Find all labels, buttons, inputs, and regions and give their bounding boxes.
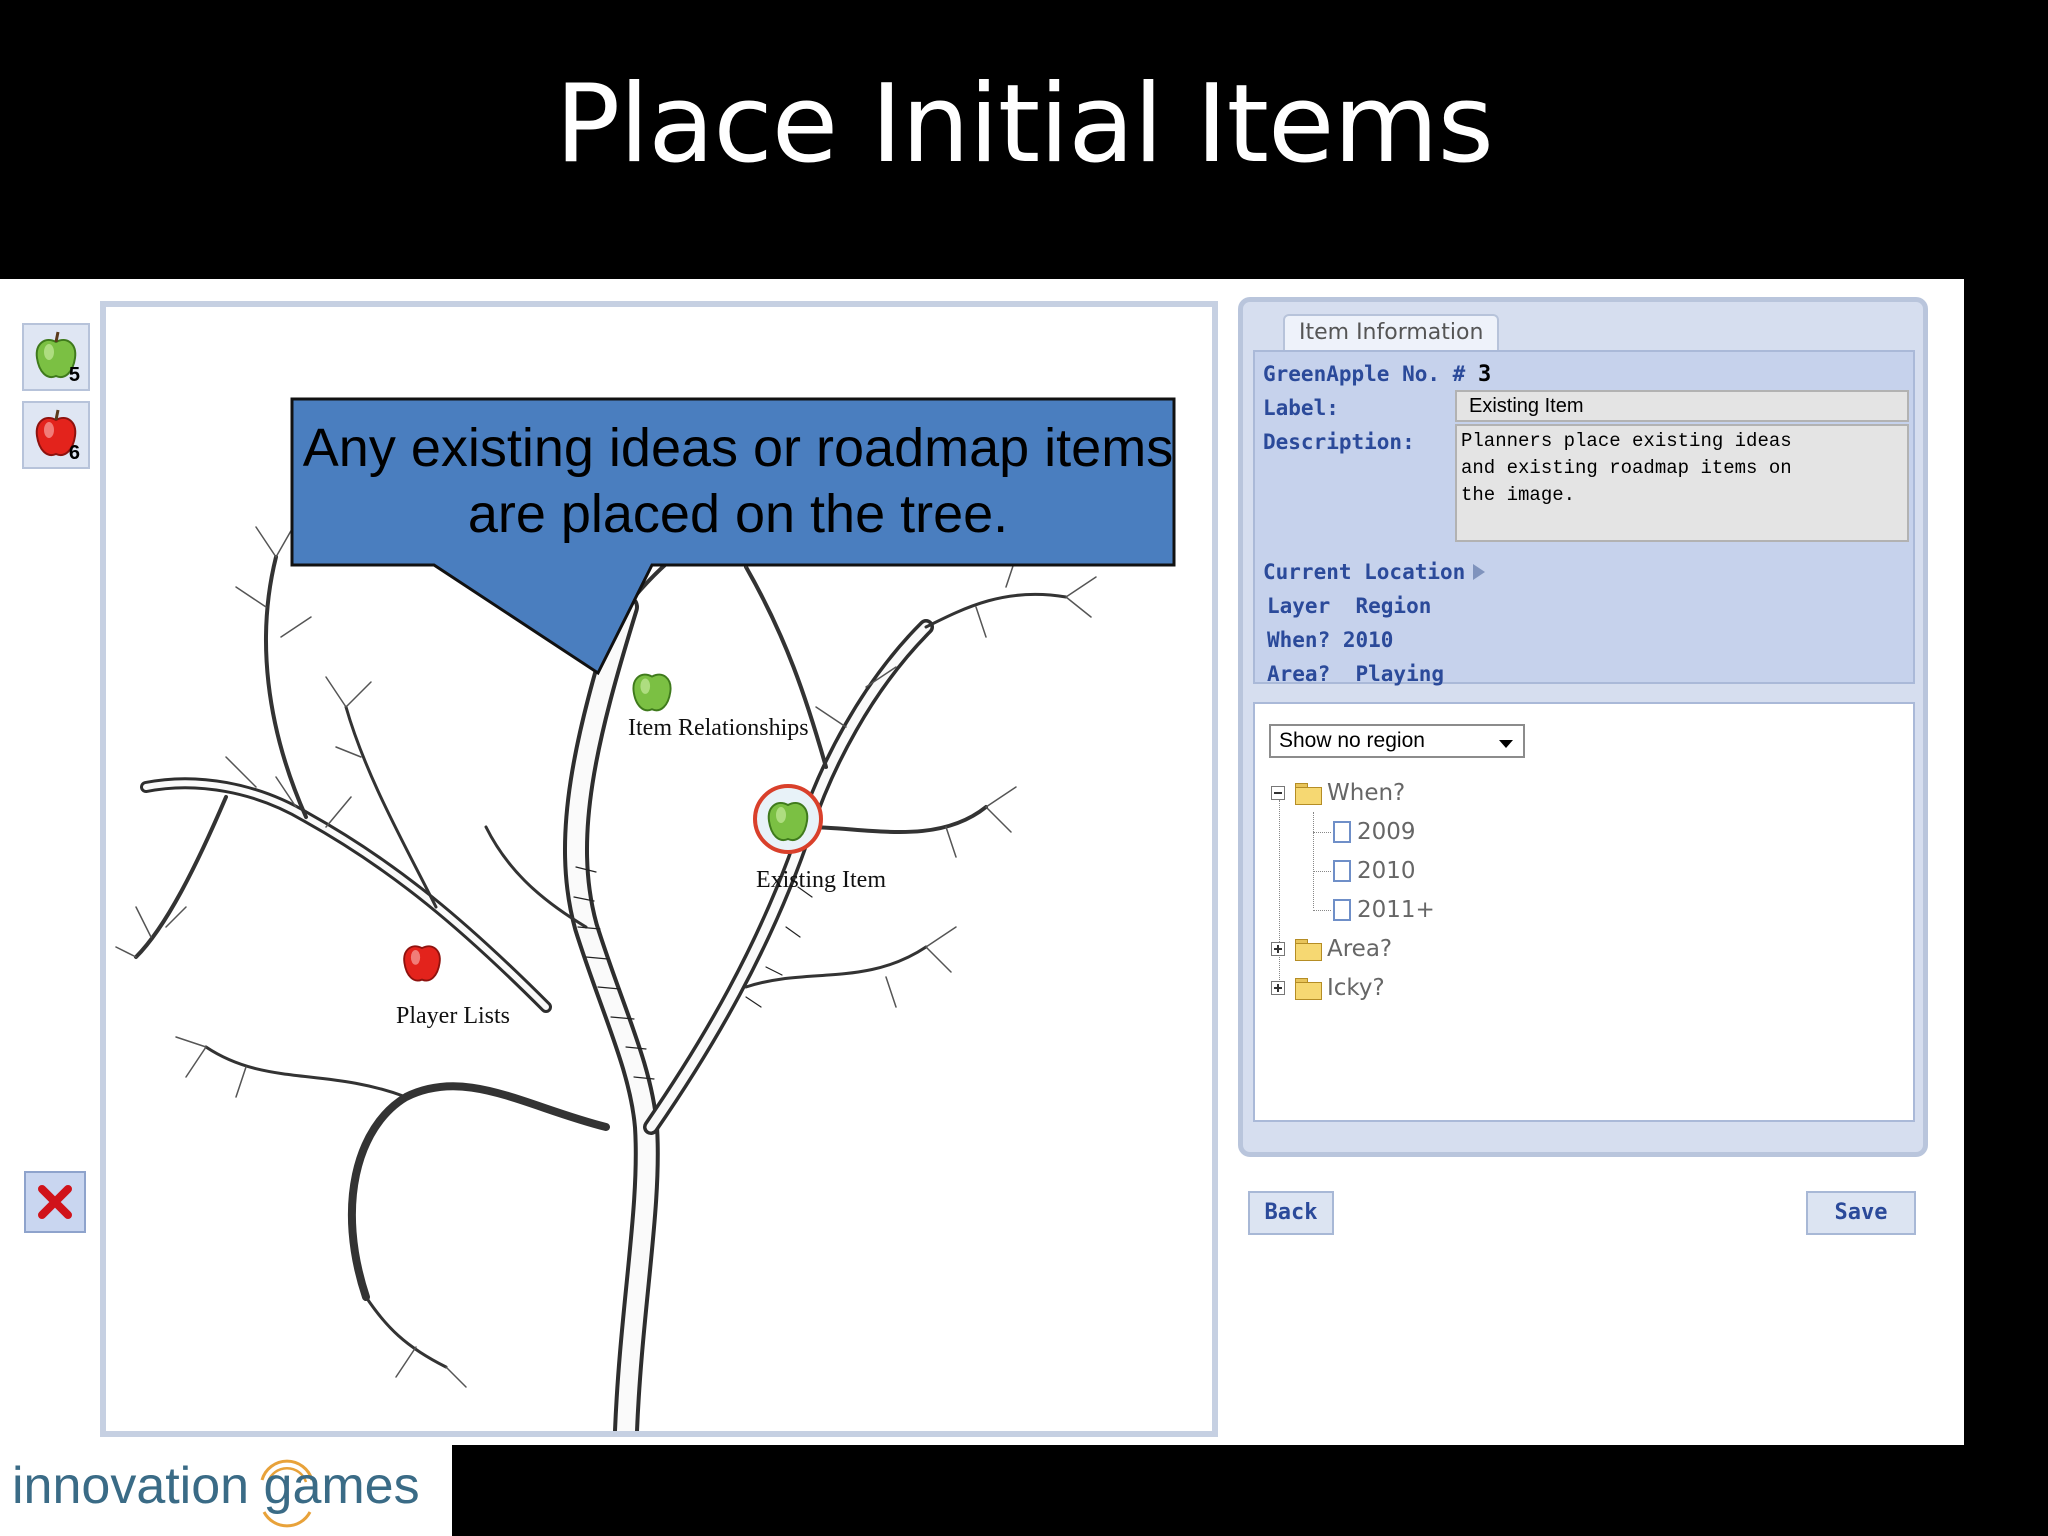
tree-node-label: 2009 [1357, 819, 1416, 845]
apple-player-lists[interactable] [398, 937, 446, 991]
green-apple-count: 5 [68, 364, 80, 386]
item-type-label: GreenApple No. # [1263, 362, 1466, 386]
logo-text: innovation games [12, 1457, 420, 1515]
page-icon [1333, 899, 1351, 921]
callout-text: Any existing ideas or roadmap items are … [302, 418, 1174, 544]
play-arrow-icon [1473, 564, 1486, 580]
description-caption: Description: [1263, 430, 1415, 454]
tree-canvas[interactable]: Any existing ideas or roadmap items are … [100, 301, 1218, 1437]
red-apple-count: 6 [68, 442, 80, 464]
save-button[interactable]: Save [1806, 1191, 1916, 1235]
tree-node-label: 2011+ [1357, 897, 1435, 923]
tree-node-icky[interactable]: Icky? [1271, 975, 1385, 1001]
when-row: When? 2010 [1267, 628, 1394, 652]
close-icon [38, 1185, 72, 1219]
tree-node-2011[interactable]: 2011+ [1333, 897, 1435, 923]
green-apple-icon [632, 673, 672, 712]
region-select-value: Show no region [1279, 729, 1425, 752]
region-select[interactable]: Show no region [1269, 724, 1525, 758]
back-button[interactable]: Back [1248, 1191, 1334, 1235]
app-area: 5 6 Any existing ideas or roadmap items … [0, 279, 1964, 1445]
tree-node-2009[interactable]: 2009 [1333, 819, 1416, 845]
expand-icon[interactable] [1271, 942, 1285, 956]
tree-node-area[interactable]: Area? [1271, 936, 1392, 962]
apple-item-relationships[interactable] [626, 665, 678, 721]
tree-node-when[interactable]: When? [1271, 780, 1405, 806]
tree-node-2010[interactable]: 2010 [1333, 858, 1416, 884]
collapse-icon[interactable] [1271, 786, 1285, 800]
area-row: Area? Playing [1267, 662, 1445, 686]
region-tree: Show no region When? 2009 2010 2011+ Are… [1253, 702, 1915, 1122]
slide-title: Place Initial Items [555, 62, 1494, 187]
item-information-panel: Item Information GreenApple No. # 3 Labe… [1238, 297, 1928, 1157]
apple-label: Item Relationships [628, 715, 809, 741]
layer-row: Layer Region [1267, 594, 1432, 618]
label-field[interactable]: Existing Item [1455, 390, 1909, 422]
item-details: GreenApple No. # 3 Label: Existing Item … [1253, 350, 1915, 686]
label-caption: Label: [1263, 396, 1339, 420]
folder-icon [1295, 978, 1322, 1000]
item-number: 3 [1477, 362, 1492, 387]
apple-existing-item[interactable] [752, 783, 824, 859]
red-apple-tool[interactable]: 6 [22, 401, 90, 469]
chevron-down-icon [1499, 740, 1513, 748]
page-icon [1333, 821, 1351, 843]
expand-icon[interactable] [1271, 981, 1285, 995]
tree-node-label: When? [1327, 780, 1406, 806]
item-number-row: GreenApple No. # 3 [1263, 362, 1491, 387]
current-location-label: Current Location [1263, 560, 1466, 584]
description-field[interactable]: Planners place existing ideas and existi… [1455, 424, 1909, 542]
tab-item-information[interactable]: Item Information [1283, 314, 1500, 350]
apple-label: Existing Item [756, 867, 886, 893]
tree-node-label: 2010 [1357, 858, 1416, 884]
page-icon [1333, 860, 1351, 882]
apple-label: Player Lists [396, 1003, 510, 1029]
tree-node-label: Area? [1327, 936, 1393, 962]
folder-icon [1295, 939, 1322, 961]
innovation-games-logo: innovation games [0, 1444, 452, 1536]
folder-icon [1295, 783, 1322, 805]
delete-button[interactable] [24, 1171, 86, 1233]
tree-node-label: Icky? [1327, 975, 1385, 1001]
current-location-toggle[interactable]: Current Location [1263, 560, 1487, 584]
selected-green-apple-icon [753, 784, 823, 854]
red-apple-icon [403, 945, 441, 982]
green-apple-tool[interactable]: 5 [22, 323, 90, 391]
